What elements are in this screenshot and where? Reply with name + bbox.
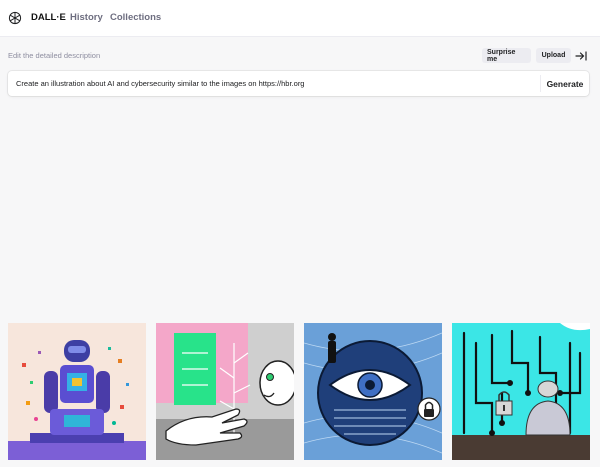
generated-image-3[interactable] (304, 323, 442, 460)
collapse-panel-icon[interactable] (574, 49, 588, 62)
nav-collections[interactable]: Collections (110, 12, 161, 23)
prompt-hint: Edit the detailed description (8, 51, 101, 60)
prompt-input[interactable] (16, 71, 526, 96)
generated-image-1[interactable] (8, 323, 146, 460)
top-navigation-bar: DALL·E History Collections (0, 0, 600, 37)
generated-image-2[interactable] (156, 323, 294, 460)
upload-button[interactable]: Upload (536, 48, 571, 63)
nav-history[interactable]: History (70, 12, 103, 23)
brand-dalle[interactable]: DALL·E (31, 12, 66, 23)
surprise-me-button[interactable]: Surprise me (482, 48, 531, 63)
openai-logo-icon[interactable] (8, 11, 22, 25)
prompt-box: Generate (8, 71, 589, 96)
generated-image-4[interactable] (452, 323, 590, 460)
generate-button[interactable]: Generate (541, 71, 589, 96)
